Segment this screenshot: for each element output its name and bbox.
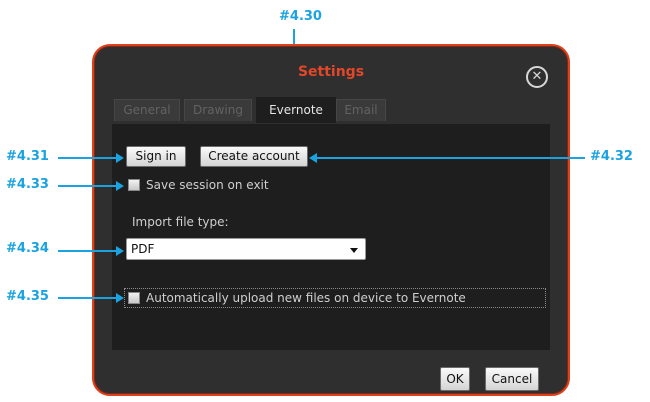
callout-4-31: #4.31 — [6, 149, 49, 164]
callout-4-33-line — [58, 185, 116, 187]
callout-4-30: #4.30 — [279, 9, 322, 24]
callout-4-35-line — [58, 297, 116, 299]
create-account-button[interactable]: Create account — [200, 146, 308, 167]
callout-4-34-arrowhead — [116, 246, 124, 256]
callout-4-31-line — [58, 157, 116, 159]
tab-general[interactable]: General — [114, 99, 180, 121]
sign-in-button[interactable]: Sign in — [126, 146, 186, 167]
auto-upload-label: Automatically upload new files on device… — [146, 291, 466, 305]
close-icon[interactable]: ✕ — [526, 66, 548, 88]
tab-email[interactable]: Email — [336, 99, 386, 121]
callout-4-35-arrowhead — [116, 293, 124, 303]
import-file-type-value: PDF — [131, 242, 155, 256]
tab-evernote[interactable]: Evernote — [256, 97, 336, 123]
auto-upload-checkbox[interactable] — [128, 292, 140, 304]
import-file-type-select[interactable]: PDF — [126, 238, 366, 260]
ok-button[interactable]: OK — [440, 367, 470, 391]
tab-drawing[interactable]: Drawing — [184, 99, 252, 121]
callout-4-32-arrowhead — [309, 153, 317, 163]
callout-4-33: #4.33 — [6, 177, 49, 192]
cancel-button[interactable]: Cancel — [485, 367, 539, 391]
settings-dialog: Settings ✕ General Drawing Evernote Emai… — [92, 44, 570, 396]
callout-4-33-arrowhead — [116, 181, 124, 191]
callout-4-34-line — [58, 250, 116, 252]
dialog-title: Settings — [297, 64, 365, 80]
callout-4-31-arrowhead — [116, 153, 124, 163]
callout-4-32-line — [317, 157, 585, 159]
save-session-checkbox[interactable] — [128, 179, 140, 191]
callout-4-35: #4.35 — [6, 289, 49, 304]
callout-4-32: #4.32 — [590, 149, 633, 164]
save-session-label: Save session on exit — [146, 178, 269, 192]
chevron-down-icon — [350, 248, 358, 253]
callout-4-34: #4.34 — [6, 241, 49, 256]
import-file-type-label: Import file type: — [132, 215, 229, 229]
